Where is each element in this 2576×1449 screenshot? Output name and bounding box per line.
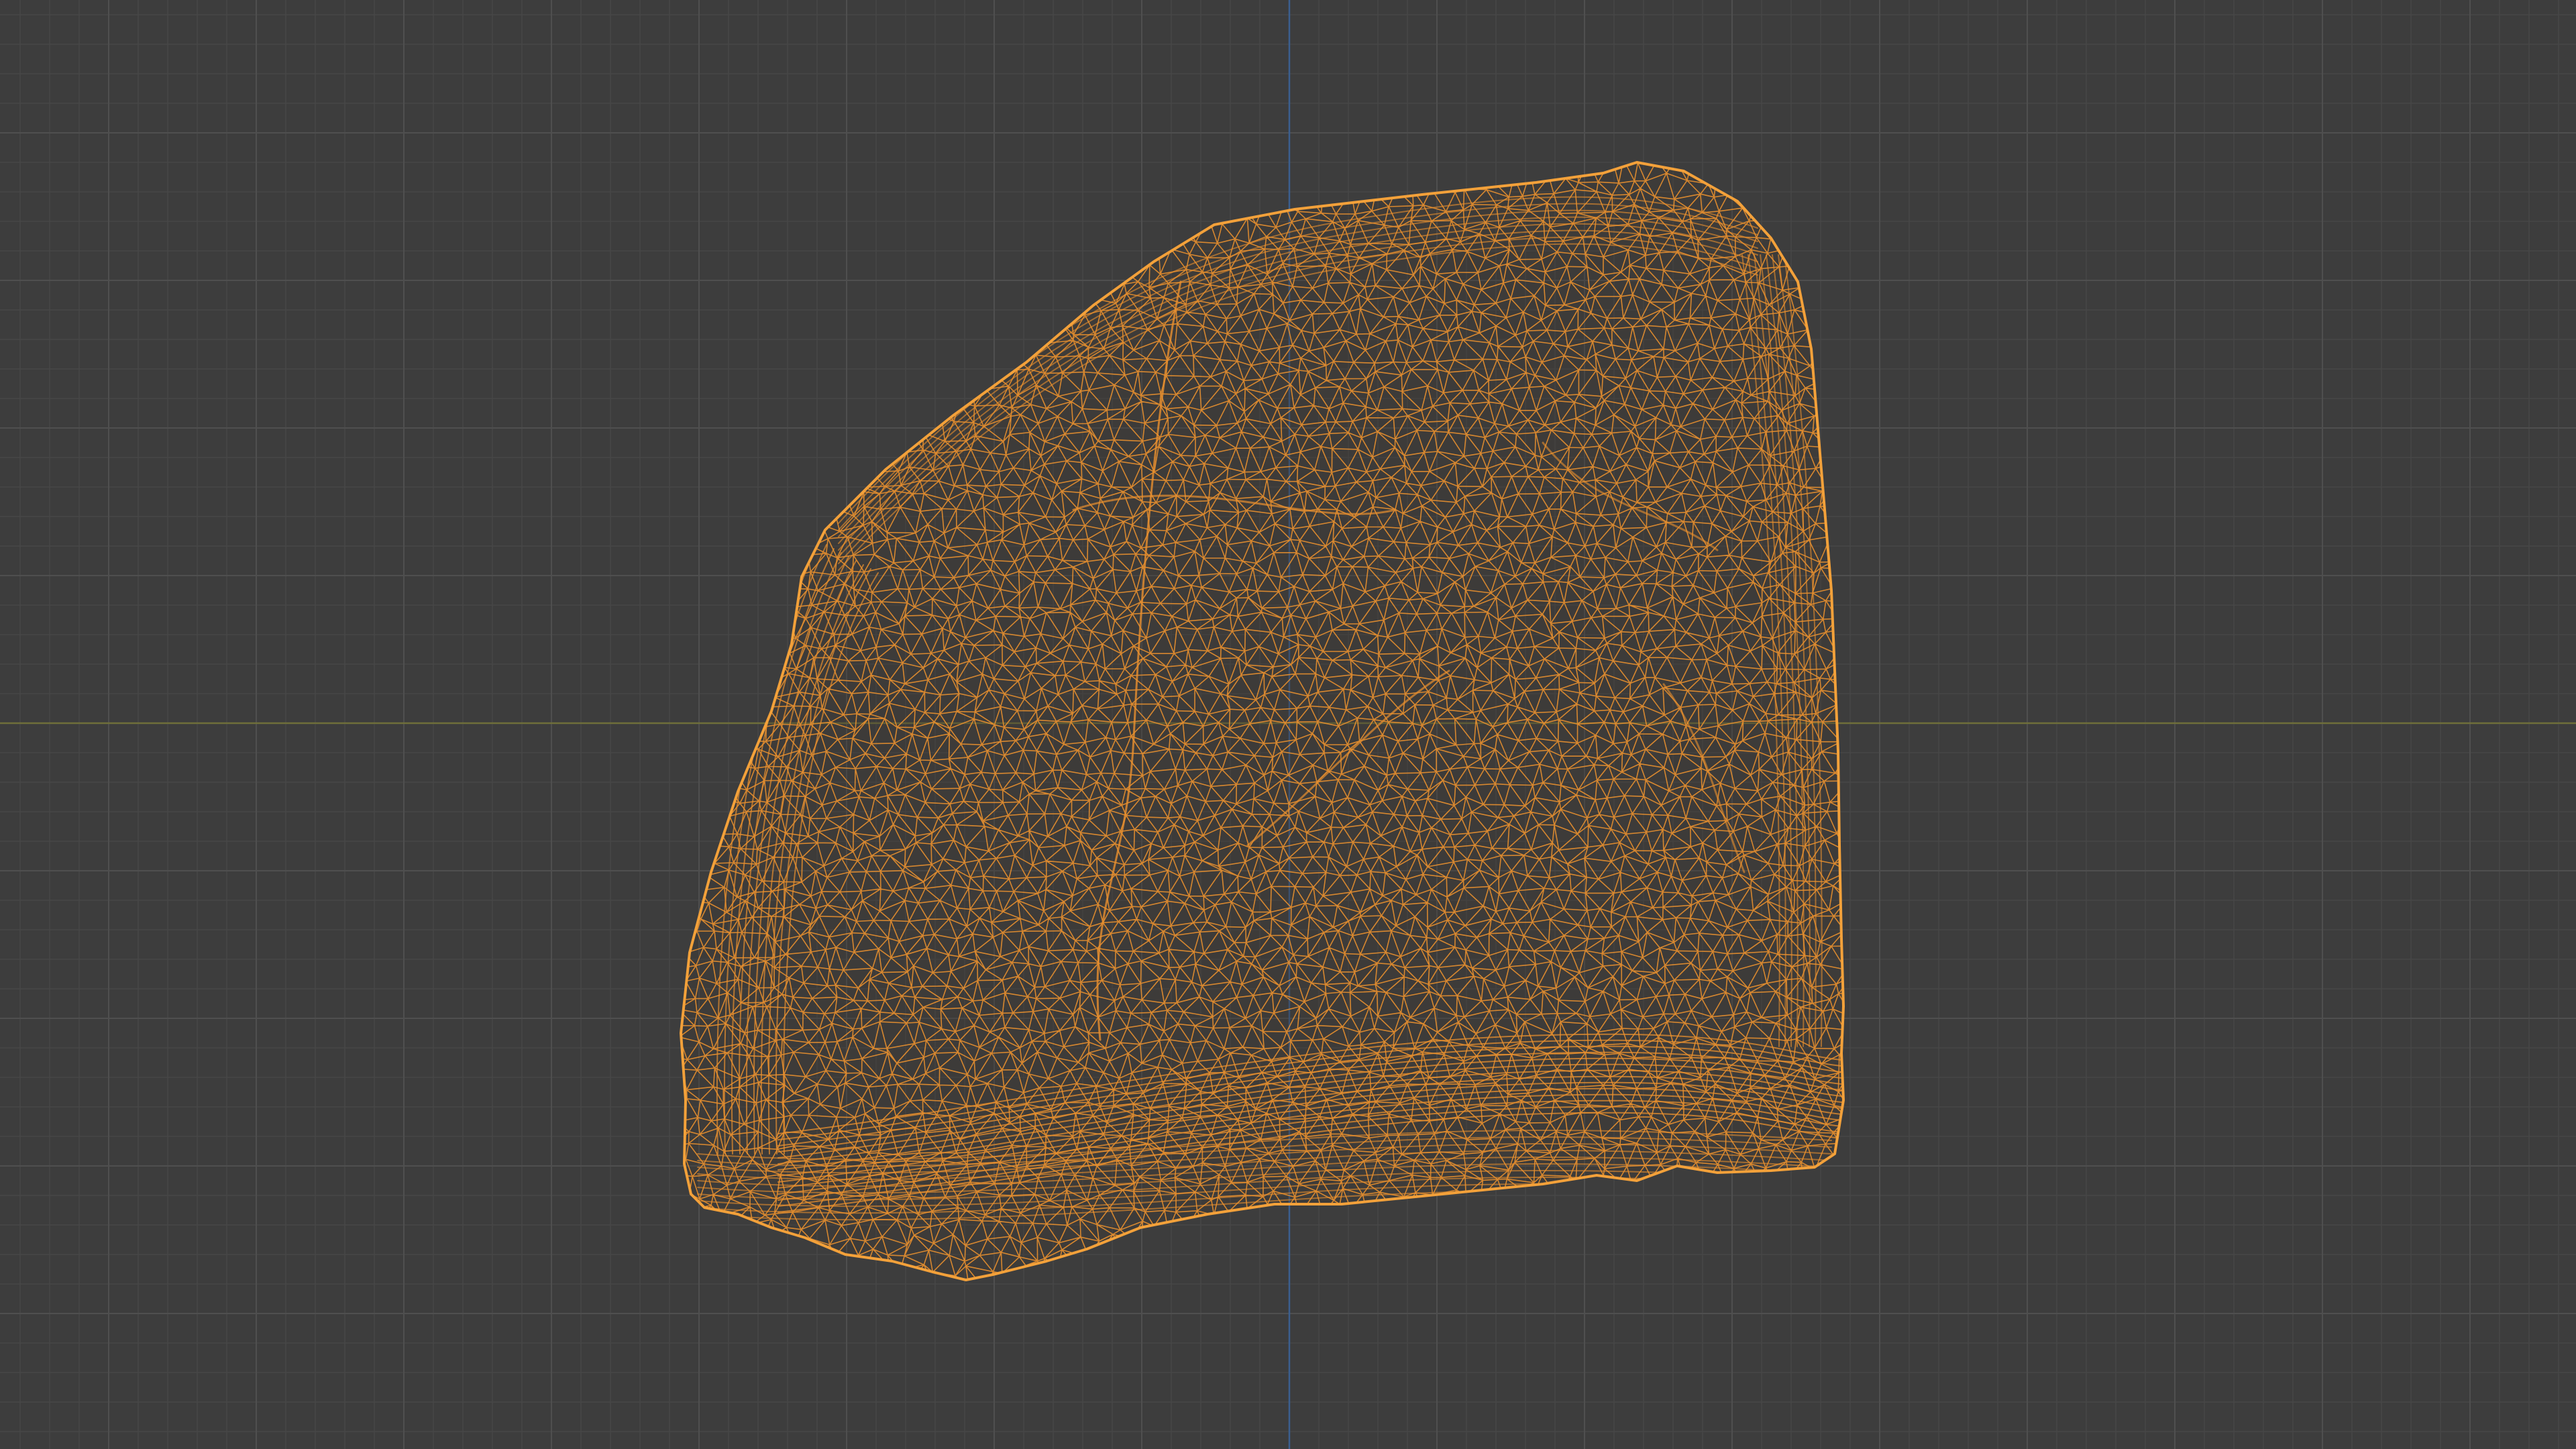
3d-viewport[interactable] [0, 0, 2576, 1449]
rock-mesh-wireframe[interactable] [651, 142, 1892, 1322]
viewport-canvas[interactable] [0, 0, 2576, 1449]
